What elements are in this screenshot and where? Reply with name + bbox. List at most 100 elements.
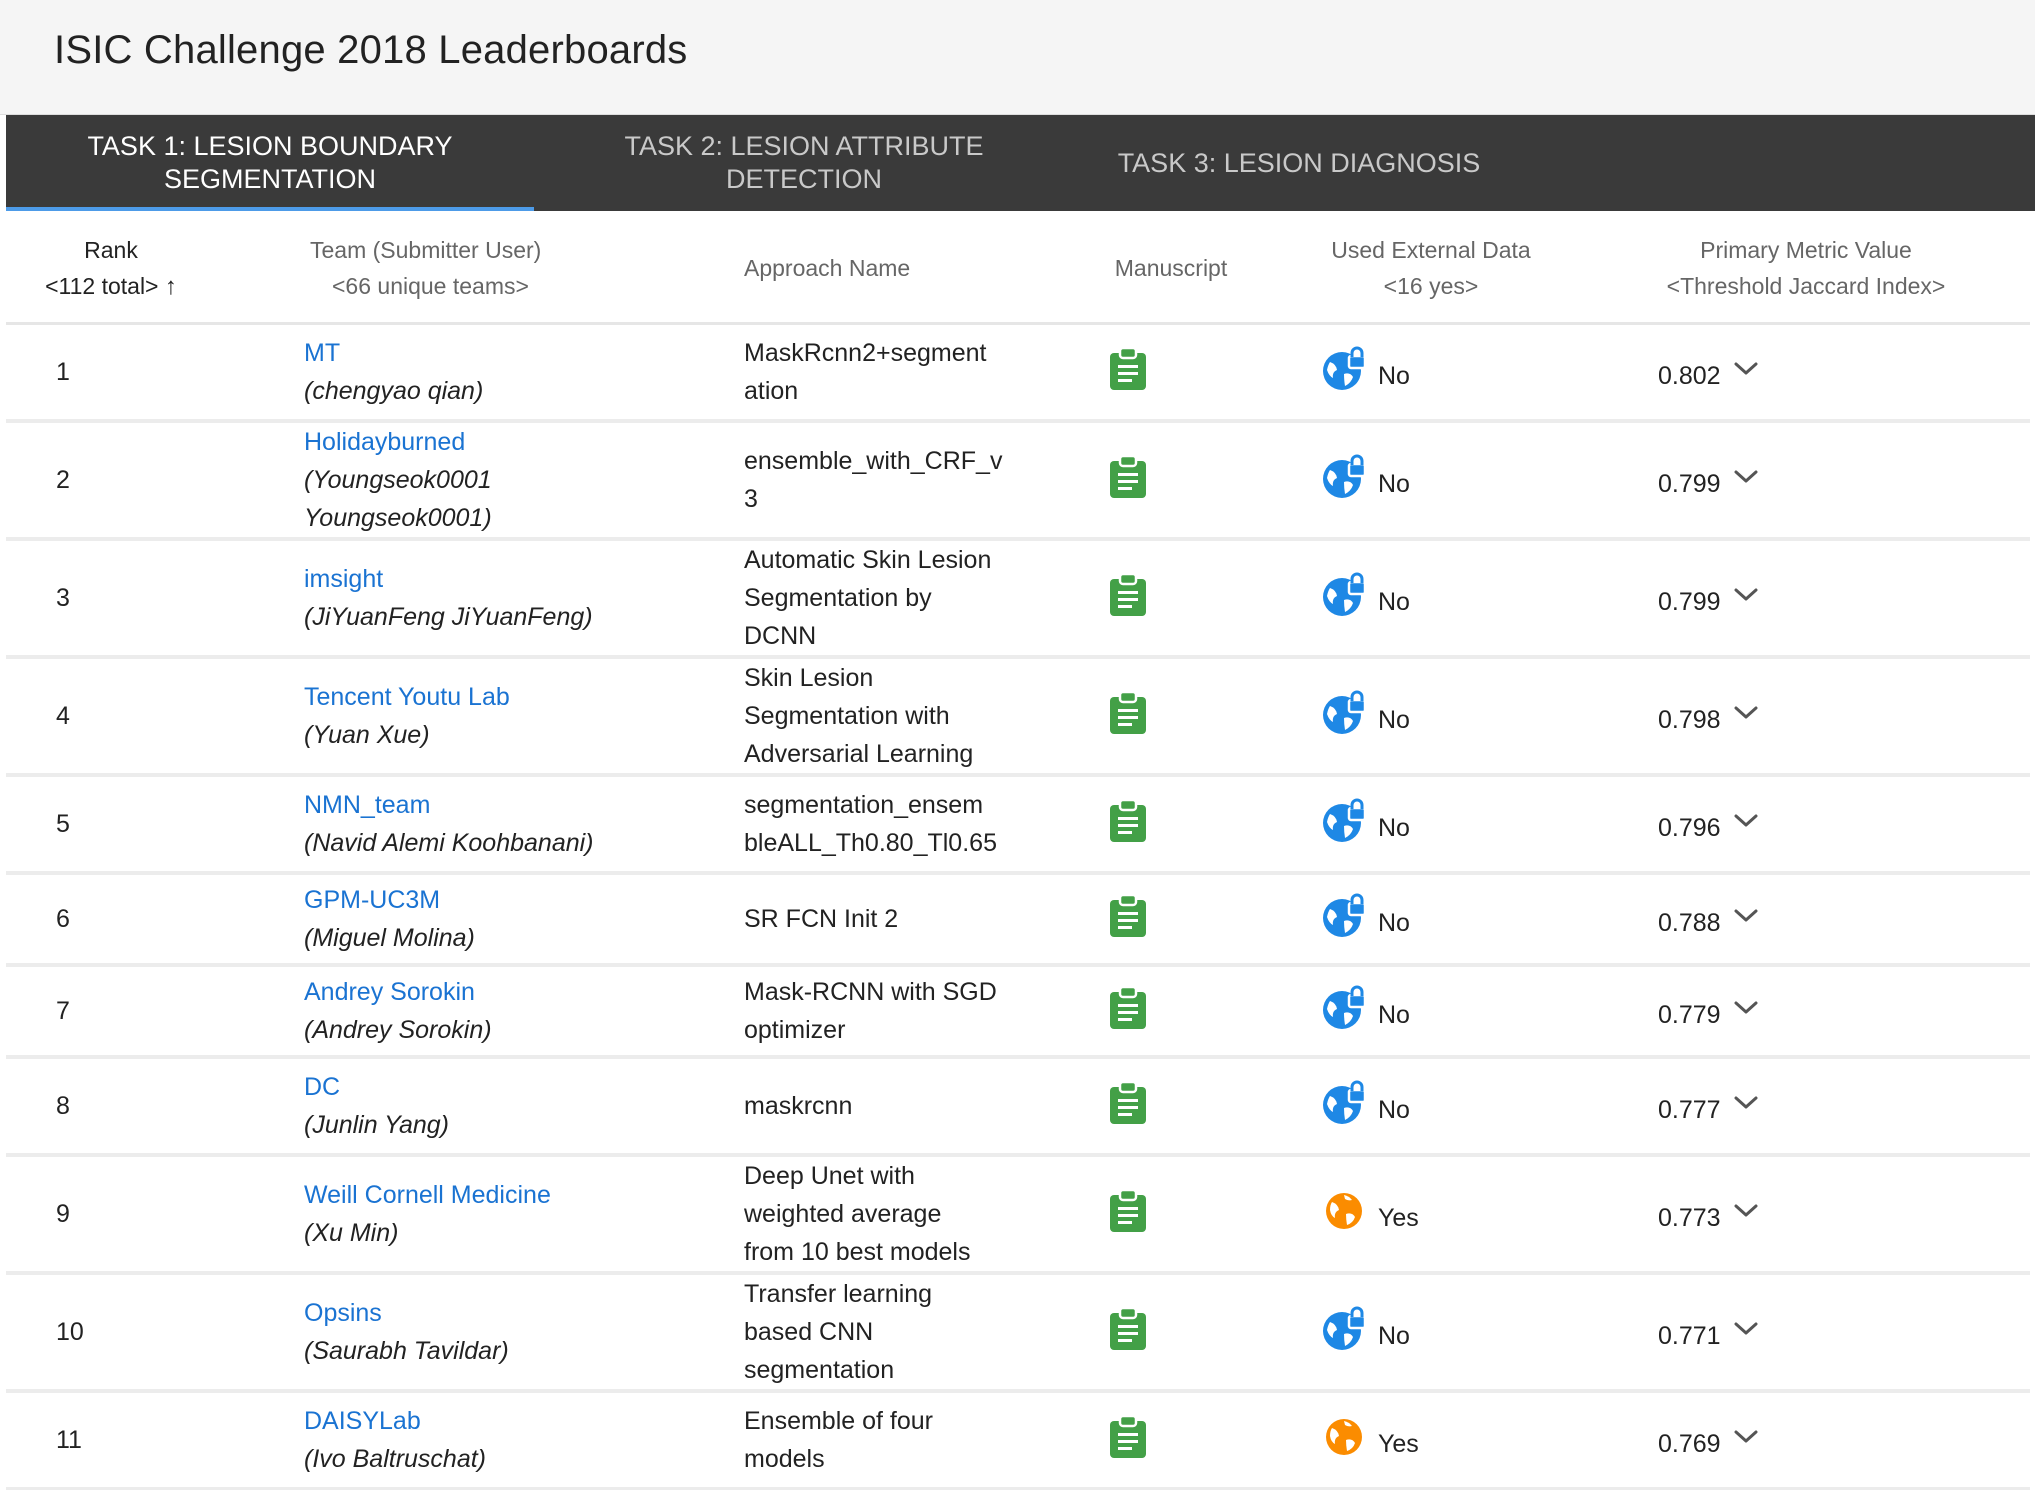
team-cell: Tencent Youtu Lab (Yuan Xue) xyxy=(304,659,724,773)
rank-cell: 7 xyxy=(56,967,156,1055)
expand-row-button[interactable] xyxy=(1733,994,1759,1023)
external-yes-indicator xyxy=(1322,1188,1368,1241)
column-header-external-data[interactable]: Used External Data <16 yes> xyxy=(1306,211,1556,325)
manuscript-button[interactable] xyxy=(1109,454,1147,506)
rank-cell: 8 xyxy=(56,1059,156,1153)
team-link[interactable]: imsight xyxy=(304,560,724,598)
external-no-indicator xyxy=(1322,454,1368,507)
manuscript-button[interactable] xyxy=(1109,985,1147,1037)
metric-value: 0.773 xyxy=(1658,1203,1721,1232)
unique-teams-label: <66 unique teams> xyxy=(332,273,529,299)
sort-ascending-icon[interactable]: ↑ xyxy=(165,273,177,300)
rank-value: 5 xyxy=(56,809,70,838)
manuscript-cell xyxy=(1109,1275,1169,1389)
metric-header-label: Primary Metric Value xyxy=(1700,237,1912,263)
approach-name-line: Segmentation with xyxy=(744,702,950,730)
approach-name-line: 3 xyxy=(744,485,758,513)
submitter-name: (Youngseok0001 xyxy=(304,466,492,494)
tab-task-3[interactable]: TASK 3: LESION DIAGNOSIS xyxy=(1074,115,1524,211)
manuscript-button[interactable] xyxy=(1109,572,1147,624)
table-row: 10 Opsins (Saurabh Tavildar) Transfer learn… xyxy=(6,1275,2030,1393)
expand-row-button[interactable] xyxy=(1733,581,1759,610)
manuscript-button[interactable] xyxy=(1109,1414,1147,1466)
rank-value: 4 xyxy=(56,701,70,730)
tab-task-1[interactable]: TASK 1: LESION BOUNDARY SEGMENTATION xyxy=(6,115,534,211)
rank-cell: 3 xyxy=(56,541,156,655)
column-header-approach[interactable]: Approach Name xyxy=(744,211,1044,325)
team-link[interactable]: DC xyxy=(304,1068,724,1106)
expand-row-button[interactable] xyxy=(1733,1089,1759,1118)
metric-cell: 0.779 xyxy=(1658,967,1858,1055)
expand-row-button[interactable] xyxy=(1733,902,1759,931)
column-header-metric[interactable]: Primary Metric Value <Threshold Jaccard … xyxy=(1616,211,1996,325)
column-header-manuscript[interactable]: Manuscript xyxy=(1086,211,1256,325)
expand-row-button[interactable] xyxy=(1733,355,1759,384)
approach-name-line: Skin Lesion xyxy=(744,664,874,692)
team-cell: Weill Cornell Medicine (Xu Min) xyxy=(304,1157,724,1271)
metric-value: 0.798 xyxy=(1658,705,1721,734)
external-yes-count: <16 yes> xyxy=(1383,273,1479,299)
manuscript-header-label: Manuscript xyxy=(1114,255,1228,281)
external-data-value: No xyxy=(1378,705,1410,734)
manuscript-button[interactable] xyxy=(1109,1080,1147,1132)
tab-task-2[interactable]: TASK 2: LESION ATTRIBUTE DETECTION xyxy=(534,115,1074,211)
expand-row-button[interactable] xyxy=(1733,699,1759,728)
team-link[interactable]: Weill Cornell Medicine xyxy=(304,1176,724,1214)
team-cell: Holidayburned (Youngseok0001 Youngseok0001… xyxy=(304,423,724,537)
external-data-cell: No xyxy=(1322,875,1522,963)
metric-value: 0.779 xyxy=(1658,1000,1721,1029)
external-no-indicator xyxy=(1322,798,1368,851)
rank-header-label: Rank xyxy=(84,236,138,263)
external-data-value: No xyxy=(1378,908,1410,937)
team-link[interactable]: NMN_team xyxy=(304,786,724,824)
submitter-name: (Andrey Sorokin) xyxy=(304,1016,492,1044)
team-link[interactable]: Holidayburned xyxy=(304,423,724,461)
table-row: 3 imsight (JiYuanFeng JiYuanFeng) Automatic… xyxy=(6,541,2030,659)
globe-lock-icon xyxy=(1323,346,1367,390)
external-data-value: No xyxy=(1378,1095,1410,1124)
chevron-down-icon xyxy=(1734,1430,1758,1442)
team-link[interactable]: Tencent Youtu Lab xyxy=(304,678,724,716)
approach-name-line: DCNN xyxy=(744,622,817,650)
clipboard-icon xyxy=(1110,572,1146,616)
team-link[interactable]: DAISYLab xyxy=(304,1402,724,1440)
submitter-name: (Xu Min) xyxy=(304,1219,399,1247)
team-link[interactable]: Andrey Sorokin xyxy=(304,973,724,1011)
manuscript-button[interactable] xyxy=(1109,1188,1147,1240)
expand-row-button[interactable] xyxy=(1733,463,1759,492)
submitter-name: (Miguel Molina) xyxy=(304,924,475,952)
approach-cell: Automatic Skin Lesion Segmentation by DCNN xyxy=(744,541,1014,655)
column-header-rank[interactable]: Rank <112 total> ↑ xyxy=(6,211,216,325)
metric-name-label: <Threshold Jaccard Index> xyxy=(1666,273,1946,299)
column-header-team[interactable]: Team (Submitter User) <66 unique teams> xyxy=(231,211,641,325)
globe-lock-icon xyxy=(1323,985,1367,1029)
expand-row-button[interactable] xyxy=(1733,1315,1759,1344)
external-data-cell: Yes xyxy=(1322,1157,1522,1271)
page-header: ISIC Challenge 2018 Leaderboards xyxy=(0,0,2035,115)
manuscript-button[interactable] xyxy=(1109,798,1147,850)
rank-cell: 4 xyxy=(56,659,156,773)
table-row: 11 DAISYLab (Ivo Baltruschat) Ensemble of f… xyxy=(6,1393,2030,1490)
globe-lock-icon xyxy=(1323,1306,1367,1350)
chevron-down-icon xyxy=(1734,1204,1758,1216)
team-link[interactable]: Opsins xyxy=(304,1294,724,1332)
expand-row-button[interactable] xyxy=(1733,1423,1759,1452)
manuscript-button[interactable] xyxy=(1109,1306,1147,1358)
approach-name-line: SR FCN Init 2 xyxy=(744,905,899,933)
table-row: 9 Weill Cornell Medicine (Xu Min) Deep Unet… xyxy=(6,1157,2030,1275)
manuscript-button[interactable] xyxy=(1109,893,1147,945)
team-link[interactable]: GPM-UC3M xyxy=(304,881,724,919)
manuscript-button[interactable] xyxy=(1109,690,1147,742)
expand-row-button[interactable] xyxy=(1733,1197,1759,1226)
team-link[interactable]: MT xyxy=(304,334,724,372)
metric-value: 0.799 xyxy=(1658,587,1721,616)
expand-row-button[interactable] xyxy=(1733,807,1759,836)
metric-value: 0.769 xyxy=(1658,1429,1721,1458)
manuscript-button[interactable] xyxy=(1109,346,1147,398)
rank-cell: 1 xyxy=(56,325,156,419)
approach-cell: SR FCN Init 2 xyxy=(744,875,1014,963)
chevron-down-icon xyxy=(1734,588,1758,600)
manuscript-cell xyxy=(1109,1393,1169,1487)
metric-cell: 0.796 xyxy=(1658,777,1858,871)
tab-label-line2: DETECTION xyxy=(725,164,882,194)
